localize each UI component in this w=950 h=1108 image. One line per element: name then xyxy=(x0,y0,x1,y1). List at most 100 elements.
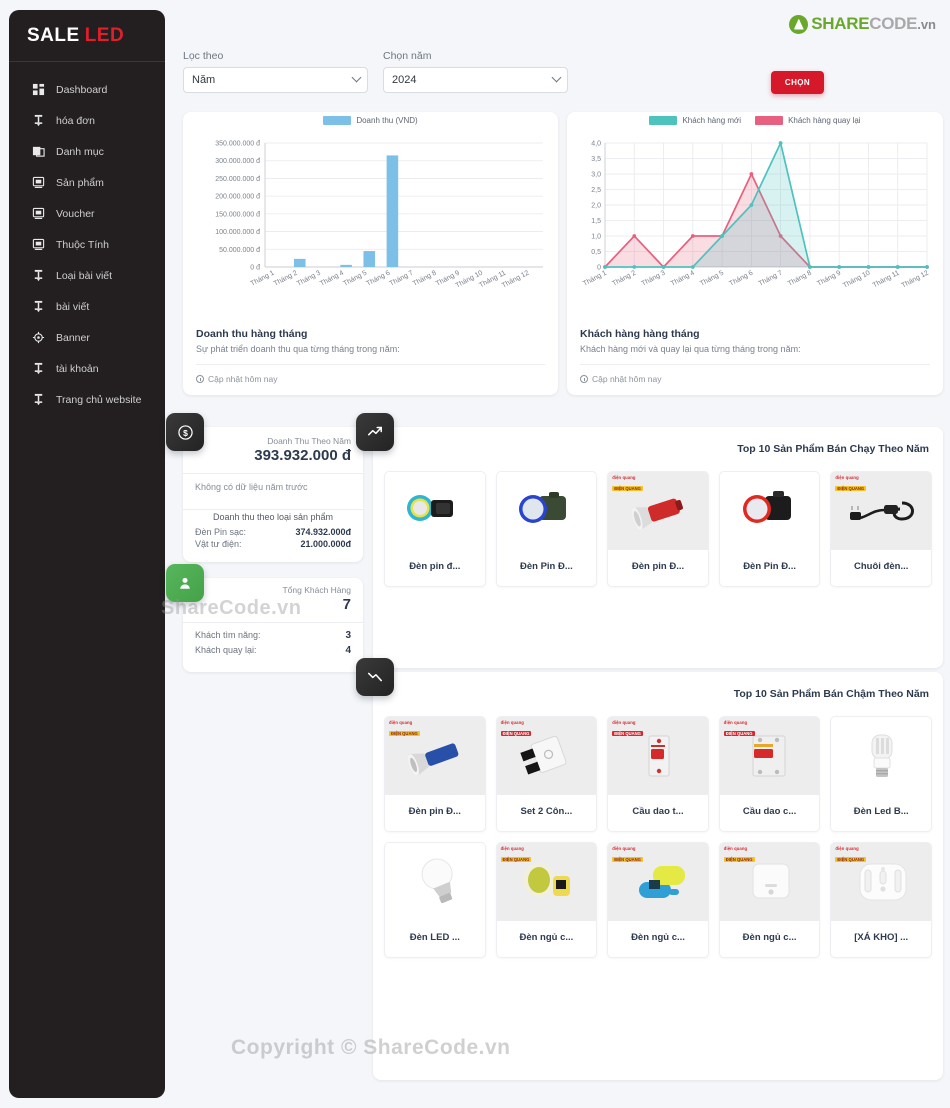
svg-text:350.000.000 đ: 350.000.000 đ xyxy=(215,141,260,148)
legend-label: Doanh thu (VND) xyxy=(356,116,418,125)
sidebar-item-4[interactable]: Sản phẩm xyxy=(9,167,165,198)
product-card[interactable]: Đèn Pin Đ... xyxy=(718,471,821,587)
product-name: Cầu dao c... xyxy=(742,806,797,817)
clock-icon xyxy=(196,375,204,383)
revenue-bar-chart-svg: 0 đ 50.000.000 đ 100.000.000 đ 150.000.000 … xyxy=(215,141,543,290)
product-image: điện quang ĐIỆN QUANG xyxy=(831,843,931,921)
legend-item-revenue[interactable]: Doanh thu (VND) xyxy=(323,116,418,125)
svg-text:Tháng 10: Tháng 10 xyxy=(842,270,871,290)
product-card[interactable]: Đèn LED ... xyxy=(384,842,486,958)
svg-text:Tháng 5: Tháng 5 xyxy=(342,270,368,288)
sharecode-logo: SHARE CODE .vn xyxy=(789,13,936,35)
sidebar-item-7[interactable]: Loại bài viết xyxy=(9,260,165,291)
brand-part-2: LED xyxy=(84,24,125,46)
customer-card-title: Khách hàng hàng tháng xyxy=(580,328,700,340)
customer-card-subtitle: Khách hàng mới và quay lại qua từng thán… xyxy=(580,344,801,354)
sidebar-item-2[interactable]: hóa đơn xyxy=(9,105,165,136)
filter-by-label: Lọc theo xyxy=(183,50,224,62)
customer-line-chart: 0 0,5 1,0 1,5 2,0 2,5 3,0 3,5 4,0 Tháng 1 Tháng 2T… xyxy=(575,137,935,322)
trend-up-icon xyxy=(356,413,394,451)
stat-row-value: 374.932.000đ xyxy=(295,527,351,537)
product-card[interactable]: điện quang ĐIỆN QUANG Cầu dao c... xyxy=(718,716,821,832)
svg-text:Tháng 6: Tháng 6 xyxy=(365,270,391,288)
svg-text:3,0: 3,0 xyxy=(591,172,601,179)
sidebar: SALE LED Dashboard hóa đơn Danh mục Sản phẩ… xyxy=(9,10,165,1098)
svg-text:Tháng 7: Tháng 7 xyxy=(389,270,415,288)
customer-stat-value: 7 xyxy=(342,596,351,613)
attribute-icon xyxy=(31,238,45,252)
apply-filter-button[interactable]: CHỌN xyxy=(771,71,824,94)
revenue-card-footer: Cập nhật hôm nay xyxy=(196,374,545,384)
product-card[interactable]: điện quang ĐIỆN QUANG Đèn ngủ c... xyxy=(495,842,598,958)
svg-text:Tháng 8: Tháng 8 xyxy=(787,270,813,288)
logo-code-text: CODE xyxy=(869,14,918,33)
svg-text:0,5: 0,5 xyxy=(591,249,601,256)
legend-item-returning-customers[interactable]: Khách hàng quay lại xyxy=(755,116,861,125)
product-image: điện quang ĐIỆN QUANG xyxy=(719,843,820,921)
year-select[interactable]: 2024 xyxy=(383,67,568,93)
sidebar-item-label: tài khoản xyxy=(56,362,99,375)
dien-quang-badge-icon: điện quang ĐIỆN QUANG xyxy=(500,846,532,862)
product-card[interactable]: Đèn Led B... xyxy=(830,716,932,832)
legend-item-new-customers[interactable]: Khách hàng mới xyxy=(649,116,741,125)
sidebar-item-9[interactable]: Banner xyxy=(9,322,165,353)
product-card[interactable]: điện quang ĐIỆN QUANG Đèn pin Đ... xyxy=(384,716,486,832)
svg-text:3,5: 3,5 xyxy=(591,156,601,163)
svg-text:Tháng 1: Tháng 1 xyxy=(582,270,608,288)
sidebar-item-11[interactable]: Trang chủ website xyxy=(9,384,165,415)
sidebar-item-3[interactable]: Danh mục xyxy=(9,136,165,167)
customer-update-text: Cập nhật hôm nay xyxy=(592,374,662,384)
svg-text:Tháng 7: Tháng 7 xyxy=(758,270,784,288)
revenue-card-title: Doanh thu hàng tháng xyxy=(196,328,308,340)
filter-by-select[interactable]: Năm xyxy=(183,67,368,93)
sidebar-item-1[interactable]: Dashboard xyxy=(9,74,165,105)
sidebar-item-8[interactable]: bài viết xyxy=(9,291,165,322)
main-content: SHARE CODE .vn Lọc theo Năm Chọn năm 202… xyxy=(161,0,950,1108)
legend-swatch xyxy=(755,116,784,125)
product-name: Đèn pin Đ... xyxy=(408,806,461,817)
home-icon xyxy=(31,393,45,407)
dashboard-grid-icon xyxy=(31,83,45,97)
product-name: Đèn pin đ... xyxy=(409,561,461,572)
dien-quang-badge-icon: điện quang ĐIỆN QUANG xyxy=(612,846,643,862)
filter-bar: Lọc theo Năm Chọn năm 2024 CHỌN xyxy=(183,50,943,100)
sidebar-item-10[interactable]: tài khoản xyxy=(9,353,165,384)
product-card[interactable]: điện quang ĐIỆN QUANG Đèn pin Đ... xyxy=(607,471,709,587)
product-card[interactable]: Đèn Pin Đ... xyxy=(495,471,598,587)
stat-row: Khách quay lại: 4 xyxy=(183,643,363,658)
logo-vn-text: .vn xyxy=(917,16,936,32)
product-card[interactable]: điện quang ĐIỆN QUANG [XÁ KHO] ... xyxy=(830,842,932,958)
svg-text:Tháng 3: Tháng 3 xyxy=(296,270,322,288)
top-selling-grid: Đèn pin đ... Đèn Pin Đ... điện quang ĐIỆN Q… xyxy=(373,455,943,587)
product-image xyxy=(385,843,485,921)
voucher-icon xyxy=(31,207,45,221)
product-card[interactable]: điện quang ĐIỆN QUANG Cầu dao t... xyxy=(607,716,709,832)
top-selling-panel: Top 10 Sản Phẩm Bán Chạy Theo Năm Đèn pi… xyxy=(356,413,943,668)
stat-row-label: Đèn Pin sạc: xyxy=(195,527,247,537)
svg-text:Tháng 9: Tháng 9 xyxy=(816,270,842,288)
sidebar-item-5[interactable]: Voucher xyxy=(9,198,165,229)
revenue-stat-value: 393.932.000 đ xyxy=(254,447,351,464)
product-name: Cầu dao t... xyxy=(632,806,684,817)
product-card[interactable]: điện quang ĐIỆN QUANG Chuôi đèn... xyxy=(830,471,932,587)
product-card[interactable]: Đèn pin đ... xyxy=(384,471,486,587)
product-name: Đèn ngủ c... xyxy=(519,932,574,943)
product-image: điện quang ĐIỆN QUANG xyxy=(496,717,597,795)
product-card[interactable]: điện quang ĐIỆN QUANG Set 2 Côn... xyxy=(495,716,598,832)
revenue-chart-legend: Doanh thu (VND) xyxy=(183,112,558,129)
product-name: Đèn LED ... xyxy=(409,932,460,943)
customer-line-chart-svg: 00,51,01,52,02,53,03,54,0Tháng 1 Tháng 2T… xyxy=(582,141,930,290)
product-image: điện quang ĐIỆN QUANG xyxy=(608,472,708,550)
customer-stat-label: Tổng Khách Hàng xyxy=(282,585,351,595)
sidebar-item-label: Voucher xyxy=(56,207,95,220)
product-card[interactable]: điện quang ĐIỆN QUANG Đèn ngủ c... xyxy=(607,842,709,958)
brand-part-1: SALE xyxy=(27,24,80,46)
stat-row-value: 3 xyxy=(345,630,351,641)
top-selling-title: Top 10 Sản Phẩm Bán Chạy Theo Năm xyxy=(737,443,929,455)
svg-text:1,5: 1,5 xyxy=(591,218,601,225)
product-name: Đèn Pin Đ... xyxy=(743,561,796,572)
slow-selling-title: Top 10 Sản Phẩm Bán Chậm Theo Năm xyxy=(733,688,929,700)
sidebar-item-6[interactable]: Thuộc Tính xyxy=(9,229,165,260)
svg-text:200.000.000 đ: 200.000.000 đ xyxy=(215,194,260,201)
product-card[interactable]: điện quang ĐIỆN QUANG Đèn ngủ c... xyxy=(718,842,821,958)
